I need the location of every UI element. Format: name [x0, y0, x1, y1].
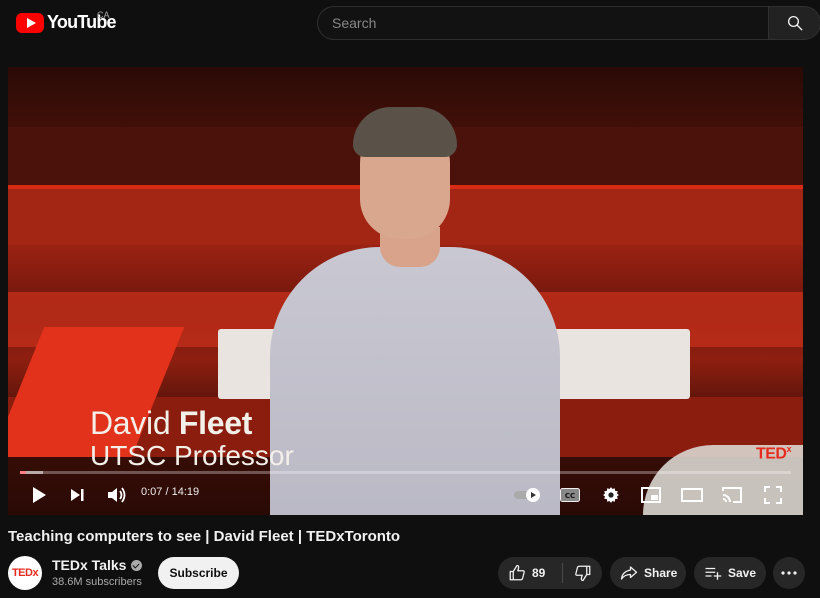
watermark-text: TED [755, 445, 787, 463]
thumbs-down-icon [574, 565, 590, 582]
video-title: Teaching computers to see | David Fleet … [8, 528, 401, 545]
speaker-first-name: David [90, 405, 171, 441]
speaker-hair [353, 107, 457, 157]
share-icon [620, 566, 638, 580]
search-icon [787, 15, 802, 31]
search-button[interactable] [768, 6, 820, 40]
more-horizontal-icon [781, 571, 797, 575]
player-controls: 0:07 / 14:19 CC [8, 479, 803, 511]
fullscreen-button[interactable] [762, 480, 784, 510]
verified-icon [131, 559, 143, 571]
like-count: 89 [532, 566, 546, 580]
channel-name-row[interactable]: TEDx Talks [52, 557, 143, 573]
save-label: Save [728, 566, 757, 580]
speaker-lower-third: David Fleet UTSC Professor [90, 405, 294, 471]
save-button[interactable]: Save [694, 557, 766, 589]
speaker-shirt [270, 247, 560, 515]
volume-icon [108, 487, 126, 503]
captions-button[interactable]: CC [559, 480, 581, 510]
theater-icon [681, 488, 703, 502]
playlist-add-icon [705, 567, 722, 580]
video-player[interactable]: David Fleet UTSC Professor TEDx 0:07 / 1… [8, 67, 803, 515]
speaker-title: UTSC Professor [90, 439, 294, 471]
share-label: Share [644, 566, 678, 580]
autoplay-toggle-icon [514, 488, 540, 502]
miniplayer-icon [641, 487, 661, 503]
subscribe-button[interactable]: Subscribe [158, 557, 239, 589]
cast-icon [722, 487, 742, 503]
fullscreen-icon [764, 486, 782, 504]
channel-avatar[interactable]: TEDx [8, 556, 42, 590]
channel-avatar-text: TEDx [11, 567, 39, 579]
tedx-watermark: TEDx [756, 444, 791, 463]
youtube-play-icon [16, 12, 44, 33]
search-bar [317, 6, 820, 40]
speaker-name: David Fleet [90, 405, 294, 441]
settings-button[interactable] [600, 480, 622, 510]
share-button[interactable]: Share [610, 557, 686, 589]
watermark-sup: x [786, 444, 791, 454]
like-button[interactable]: 89 [498, 557, 562, 589]
captions-icon: CC [560, 488, 580, 502]
buffered-bar [20, 471, 44, 474]
country-code: CA [97, 10, 110, 20]
masthead: YouTube CA [0, 0, 820, 46]
like-dislike-group: 89 [498, 557, 602, 589]
subscriber-count: 38.6M subscribers [52, 576, 142, 588]
volume-button[interactable] [105, 480, 129, 510]
search-input[interactable] [317, 6, 768, 40]
theater-button[interactable] [680, 480, 704, 510]
settings-icon [603, 487, 619, 503]
cast-button[interactable] [721, 480, 743, 510]
time-display: 0:07 / 14:19 [141, 486, 200, 498]
next-button[interactable] [66, 480, 88, 510]
dislike-button[interactable] [563, 557, 602, 589]
svg-text:CC: CC [565, 492, 575, 500]
autoplay-toggle[interactable] [512, 480, 544, 510]
play-button[interactable] [28, 480, 50, 510]
miniplayer-button[interactable] [640, 480, 662, 510]
channel-name[interactable]: TEDx Talks [52, 557, 126, 573]
more-actions-button[interactable] [773, 557, 805, 589]
progress-bar[interactable] [20, 471, 791, 474]
speaker-last-name: Fleet [178, 405, 253, 441]
next-icon [71, 489, 84, 501]
play-icon [33, 487, 46, 503]
thumbs-up-icon [509, 564, 525, 581]
